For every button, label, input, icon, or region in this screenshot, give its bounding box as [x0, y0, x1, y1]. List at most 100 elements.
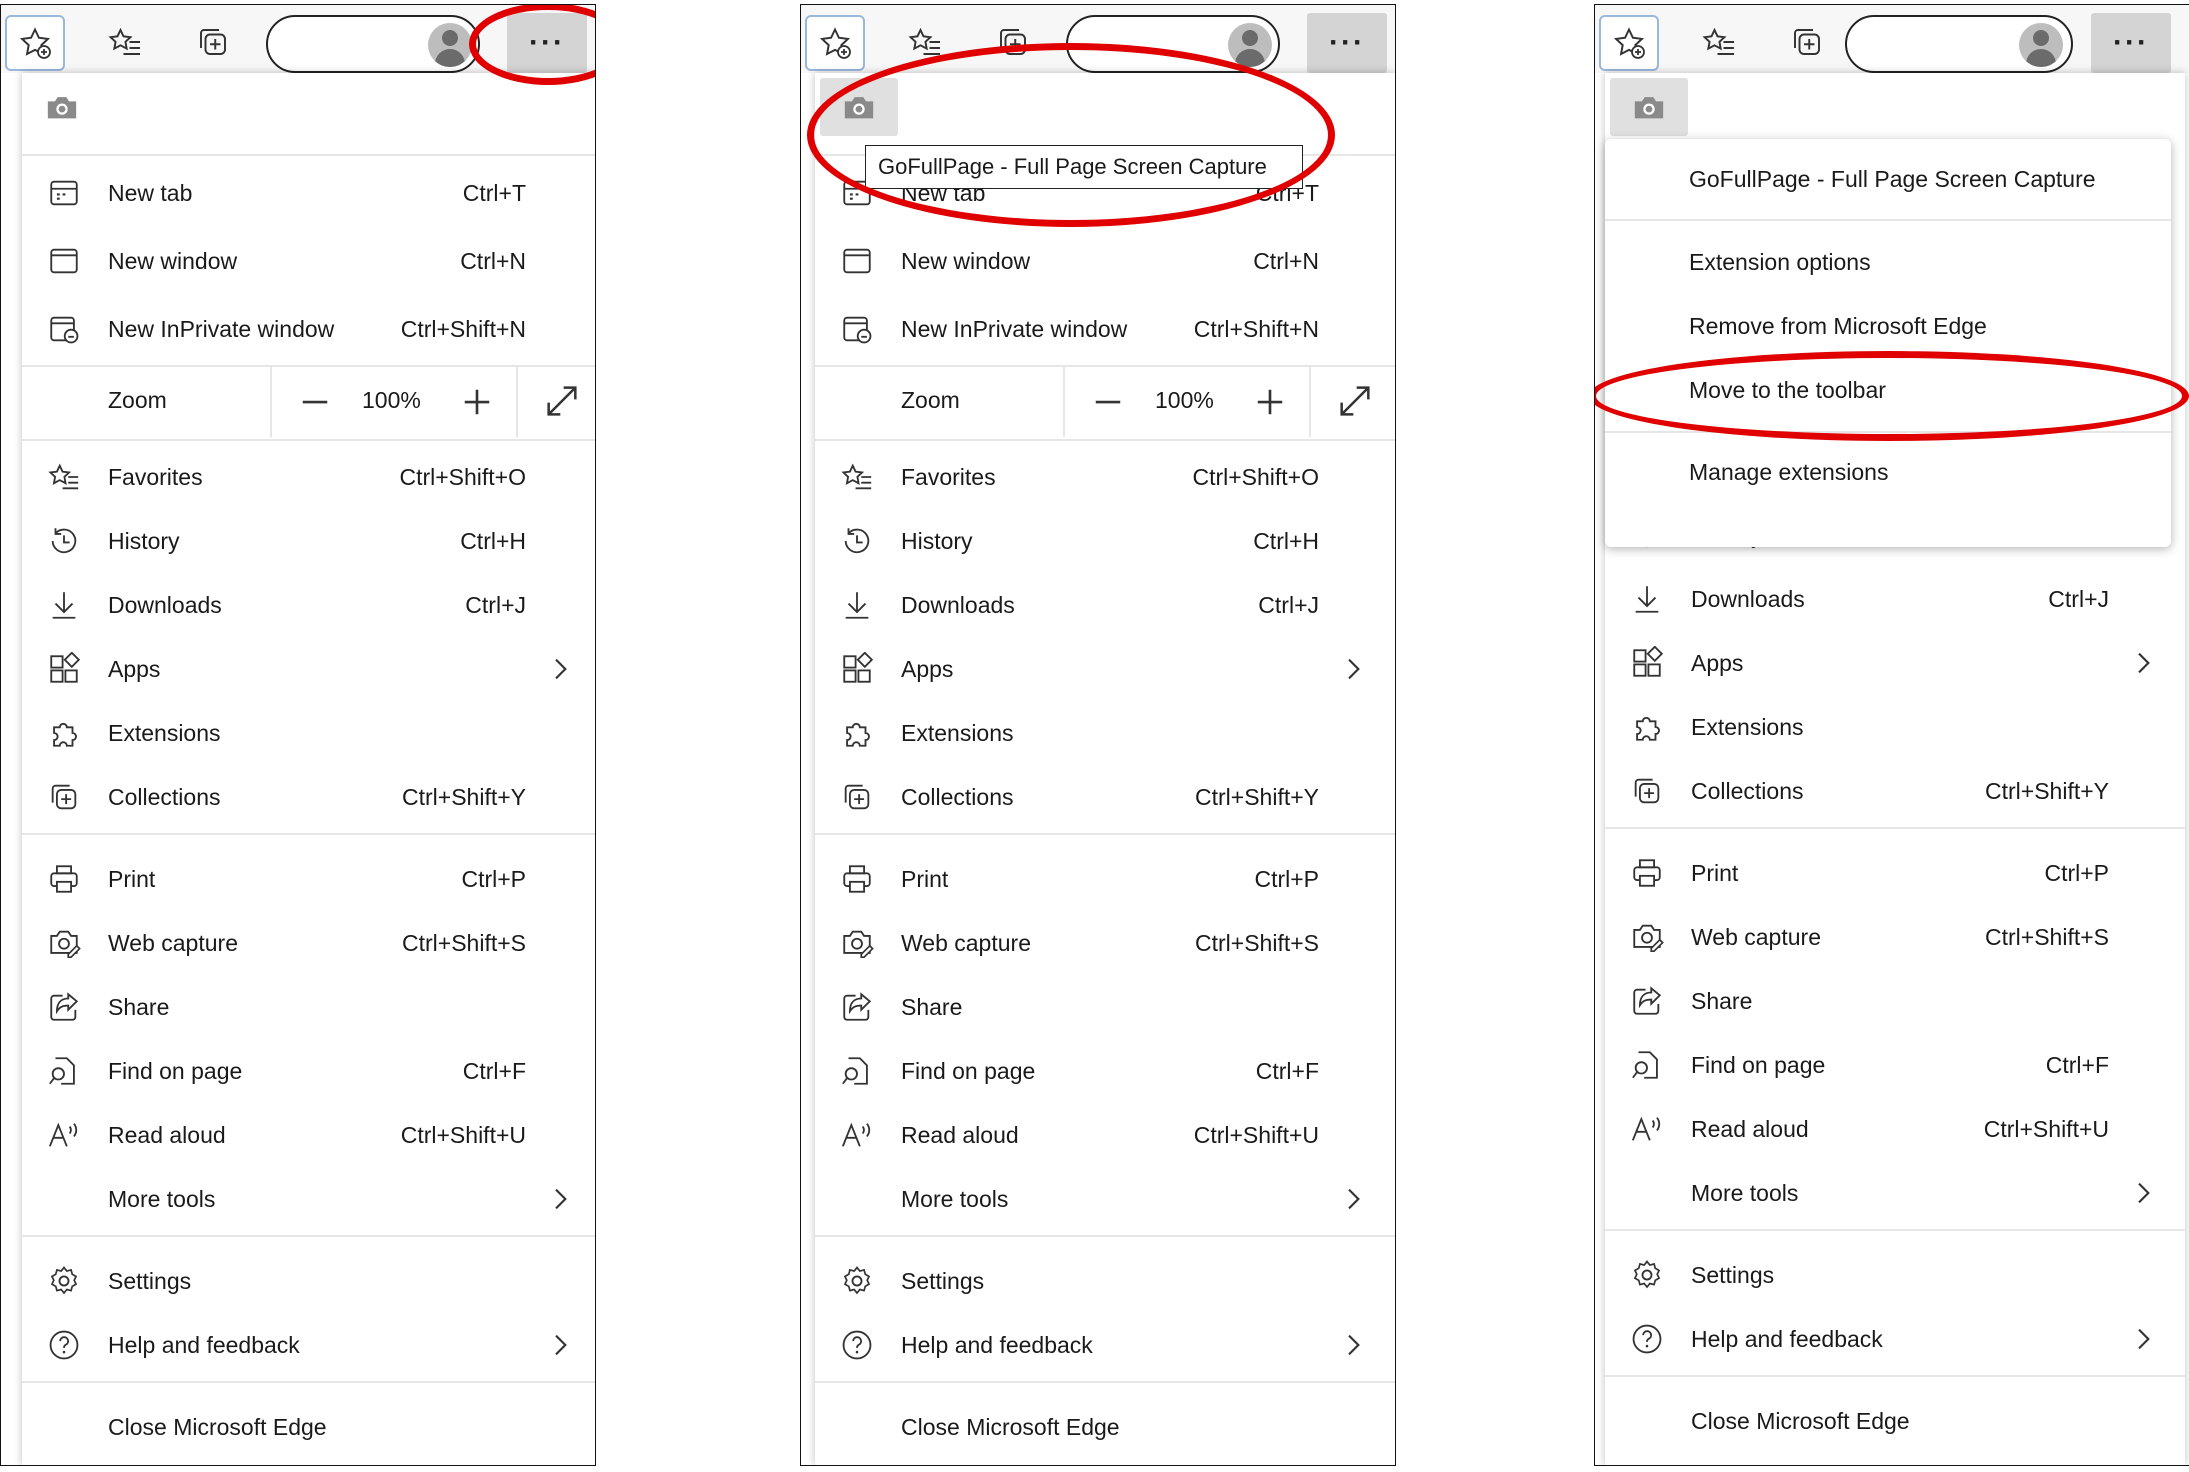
collections-button[interactable]	[1779, 15, 1835, 69]
menu-item-label: Collections	[901, 783, 1014, 810]
menu-item-close-edge[interactable]: Close Microsoft Edge	[22, 1395, 595, 1459]
zoom-in-button[interactable]	[456, 381, 498, 423]
collections-button[interactable]	[185, 15, 241, 69]
menu-item-downloads[interactable]: Downloads Ctrl+J	[22, 573, 595, 637]
camera-icon	[1634, 97, 1664, 119]
menu-item-more-tools[interactable]: More tools	[815, 1167, 1395, 1231]
menu-item-favorites[interactable]: Favorites Ctrl+Shift+O	[815, 445, 1395, 509]
gofullpage-extension-button[interactable]	[1610, 78, 1688, 136]
fullscreen-button[interactable]	[1335, 381, 1375, 421]
menu-item-new-window[interactable]: New window Ctrl+N	[815, 229, 1395, 293]
remove-from-edge-item[interactable]: Remove from Microsoft Edge	[1689, 313, 1987, 340]
help-icon	[839, 1327, 875, 1363]
fullscreen-button[interactable]	[542, 381, 582, 421]
menu-item-web-capture[interactable]: Web capture Ctrl+Shift+S	[22, 911, 595, 975]
menu-item-apps[interactable]: Apps	[22, 637, 595, 701]
menu-item-new-window[interactable]: New window Ctrl+N	[22, 229, 595, 293]
manage-extensions-item[interactable]: Manage extensions	[1689, 459, 1888, 486]
menu-item-label: Web capture	[1691, 923, 1821, 950]
profile-pill[interactable]	[1845, 15, 2073, 73]
menu-item-help[interactable]: Help and feedback	[815, 1313, 1395, 1377]
menu-item-close-edge[interactable]: Close Microsoft Edge	[1605, 1389, 2185, 1453]
menu-item-close-edge[interactable]: Close Microsoft Edge	[815, 1395, 1395, 1459]
highlight-ellipse	[807, 43, 1335, 227]
menu-item-label: Find on page	[108, 1057, 243, 1084]
menu-item-new-inprivate[interactable]: New InPrivate window Ctrl+Shift+N	[815, 297, 1395, 361]
menu-item-label: Web capture	[901, 929, 1031, 956]
menu-item-extensions[interactable]: Extensions	[22, 701, 595, 765]
read-aloud-icon	[839, 1117, 875, 1153]
extension-options-item[interactable]: Extension options	[1689, 249, 1871, 276]
menu-item-apps[interactable]: Apps	[815, 637, 1395, 701]
menu-item-share[interactable]: Share	[1605, 969, 2185, 1033]
menu-item-extensions[interactable]: Extensions	[1605, 695, 2185, 759]
menu-item-web-capture[interactable]: Web capture Ctrl+Shift+S	[815, 911, 1395, 975]
menu-item-read-aloud[interactable]: Read aloud Ctrl+Shift+U	[1605, 1097, 2185, 1161]
profile-pill[interactable]	[266, 15, 480, 73]
menu-item-downloads[interactable]: Downloads Ctrl+J	[1605, 567, 2185, 631]
menu-item-collections[interactable]: Collections Ctrl+Shift+Y	[815, 765, 1395, 829]
menu-item-new-inprivate[interactable]: New InPrivate window Ctrl+Shift+N	[22, 297, 595, 361]
menu-item-print[interactable]: Print Ctrl+P	[815, 847, 1395, 911]
zoom-in-button[interactable]	[1249, 381, 1291, 423]
settings-and-more-button[interactable]: ···	[2091, 13, 2171, 73]
zoom-out-button[interactable]	[294, 381, 336, 423]
add-favorite-button[interactable]	[1599, 15, 1659, 71]
menu-item-find-on-page[interactable]: Find on page Ctrl+F	[815, 1039, 1395, 1103]
collections-icon	[1794, 29, 1820, 55]
menu-item-label: More tools	[1691, 1179, 1799, 1206]
collections-icon	[1629, 773, 1665, 809]
menu-item-settings[interactable]: Settings	[22, 1249, 595, 1313]
menu-item-label: Close Microsoft Edge	[108, 1413, 327, 1440]
menu-item-history[interactable]: History Ctrl+H	[815, 509, 1395, 573]
zoom-out-button[interactable]	[1087, 381, 1129, 423]
menu-item-print[interactable]: Print Ctrl+P	[1605, 841, 2185, 905]
menu-item-new-tab[interactable]: New tab Ctrl+T	[22, 161, 595, 225]
menu-item-history[interactable]: History Ctrl+H	[22, 509, 595, 573]
shortcut-label: Ctrl+J	[1258, 591, 1319, 618]
menu-item-help[interactable]: Help and feedback	[1605, 1307, 2185, 1371]
menu-item-more-tools[interactable]: More tools	[22, 1167, 595, 1231]
shortcut-label: Ctrl+Shift+Y	[1195, 783, 1319, 810]
menu-item-find-on-page[interactable]: Find on page Ctrl+F	[22, 1039, 595, 1103]
favorites-button[interactable]	[1691, 15, 1747, 69]
zoom-value: 100%	[362, 387, 421, 413]
menu-item-find-on-page[interactable]: Find on page Ctrl+F	[1605, 1033, 2185, 1097]
menu-item-read-aloud[interactable]: Read aloud Ctrl+Shift+U	[815, 1103, 1395, 1167]
menu-item-share[interactable]: Share	[22, 975, 595, 1039]
menu-item-share[interactable]: Share	[815, 975, 1395, 1039]
menu-item-settings[interactable]: Settings	[815, 1249, 1395, 1313]
menu-item-label: Print	[1691, 859, 1739, 886]
more-dots-icon: ···	[2113, 26, 2149, 59]
gear-icon	[46, 1263, 82, 1299]
context-title[interactable]: GoFullPage - Full Page Screen Capture	[1689, 166, 2096, 193]
favorites-button[interactable]	[97, 15, 153, 69]
shortcut-label: Ctrl+Shift+N	[400, 315, 526, 342]
menu-item-label: Close Microsoft Edge	[1691, 1407, 1910, 1434]
menu-item-web-capture[interactable]: Web capture Ctrl+Shift+S	[1605, 905, 2185, 969]
add-favorite-button[interactable]	[805, 15, 865, 71]
shortcut-label: Ctrl+P	[1254, 865, 1319, 892]
menu-item-favorites[interactable]: Favorites Ctrl+Shift+O	[22, 445, 595, 509]
settings-and-more-button[interactable]: ···	[1307, 13, 1387, 73]
menu-item-extensions[interactable]: Extensions	[815, 701, 1395, 765]
gofullpage-extension-button[interactable]	[42, 89, 82, 125]
menu-item-more-tools[interactable]: More tools	[1605, 1161, 2185, 1225]
menu-item-label: Help and feedback	[901, 1331, 1093, 1358]
menu-item-downloads[interactable]: Downloads Ctrl+J	[815, 573, 1395, 637]
star-add-icon	[1613, 27, 1645, 59]
menu-item-read-aloud[interactable]: Read aloud Ctrl+Shift+U	[22, 1103, 595, 1167]
settings-menu: History Ctrl+H Downloads Ctrl+J Apps Ext…	[1605, 73, 2185, 1465]
menu-item-help[interactable]: Help and feedback	[22, 1313, 595, 1377]
menu-item-collections[interactable]: Collections Ctrl+Shift+Y	[22, 765, 595, 829]
find-icon	[1629, 1047, 1665, 1083]
menu-item-label: Apps	[901, 655, 954, 682]
menu-item-collections[interactable]: Collections Ctrl+Shift+Y	[1605, 759, 2185, 823]
menu-item-apps[interactable]: Apps	[1605, 631, 2185, 695]
add-favorite-button[interactable]	[5, 15, 65, 71]
menu-item-label: Share	[901, 993, 963, 1020]
menu-item-settings[interactable]: Settings	[1605, 1243, 2185, 1307]
extensions-puzzle-icon	[839, 715, 875, 751]
menu-item-label: Downloads	[901, 591, 1015, 618]
menu-item-print[interactable]: Print Ctrl+P	[22, 847, 595, 911]
